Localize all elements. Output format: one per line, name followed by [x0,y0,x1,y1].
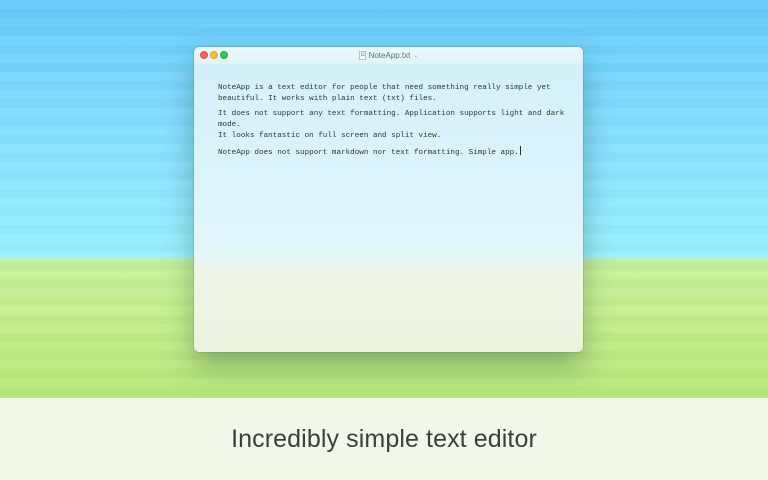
chevron-down-icon[interactable]: ⌄ [413,53,418,59]
window-title-text: NoteApp.txt [368,51,411,60]
editor-paragraph-last: NoteApp does not support markdown nor te… [218,146,568,159]
editor-paragraph: NoteApp is a text editor for people that… [218,84,551,103]
editor-window: NoteApp.txt ⌄ NoteApp is a text editor f… [194,47,583,352]
window-title[interactable]: NoteApp.txt ⌄ [194,50,583,61]
window-titlebar[interactable]: NoteApp.txt ⌄ [194,47,583,64]
caption-text: Incredibly simple text editor [231,424,537,453]
caption-band: Incredibly simple text editor [0,398,768,480]
text-caret [519,146,521,155]
text-editor-area[interactable]: NoteApp is a text editor for people that… [218,83,568,163]
document-icon [358,51,366,60]
editor-paragraph-text: NoteApp does not support markdown nor te… [218,149,519,157]
editor-paragraph: It does not support any text formatting.… [218,110,565,140]
